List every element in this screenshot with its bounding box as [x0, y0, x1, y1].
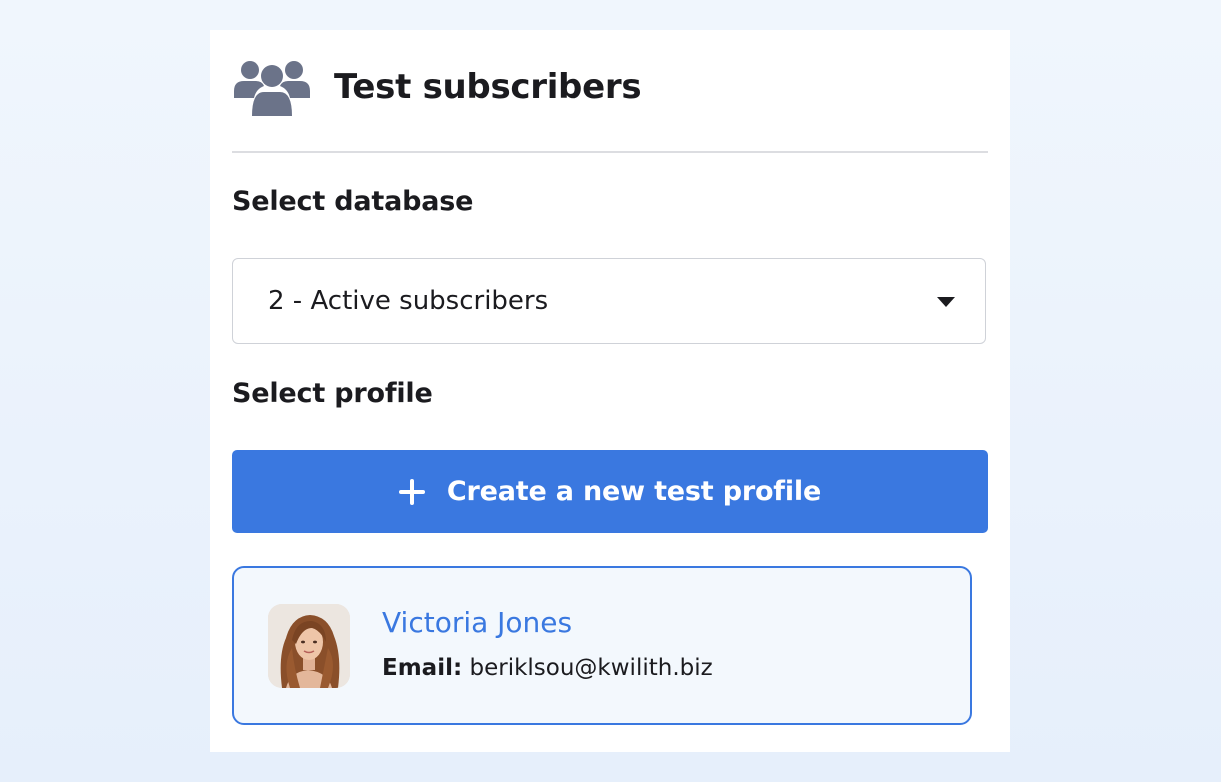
create-test-profile-label: Create a new test profile	[446, 476, 822, 507]
users-group-icon	[232, 52, 312, 122]
divider	[232, 151, 988, 153]
page-title: Test subscribers	[334, 67, 642, 107]
profile-email: Email: beriklsou@kwilith.biz	[382, 655, 713, 681]
select-database-label: Select database	[232, 186, 474, 217]
profile-card[interactable]: Victoria Jones Email: beriklsou@kwilith.…	[232, 566, 972, 725]
create-test-profile-button[interactable]: Create a new test profile	[232, 450, 988, 533]
test-subscribers-panel: Test subscribers Select database 2 - Act…	[210, 30, 1010, 752]
email-label: Email:	[382, 655, 463, 681]
database-select[interactable]: 2 - Active subscribers	[232, 258, 986, 344]
select-profile-label: Select profile	[232, 378, 433, 409]
database-select-value: 2 - Active subscribers	[268, 286, 549, 316]
avatar	[268, 604, 350, 688]
profile-name: Victoria Jones	[382, 606, 573, 639]
panel-header: Test subscribers	[232, 52, 988, 122]
plus-icon	[398, 478, 425, 505]
caret-down-icon	[937, 297, 955, 307]
email-value: beriklsou@kwilith.biz	[469, 655, 713, 681]
